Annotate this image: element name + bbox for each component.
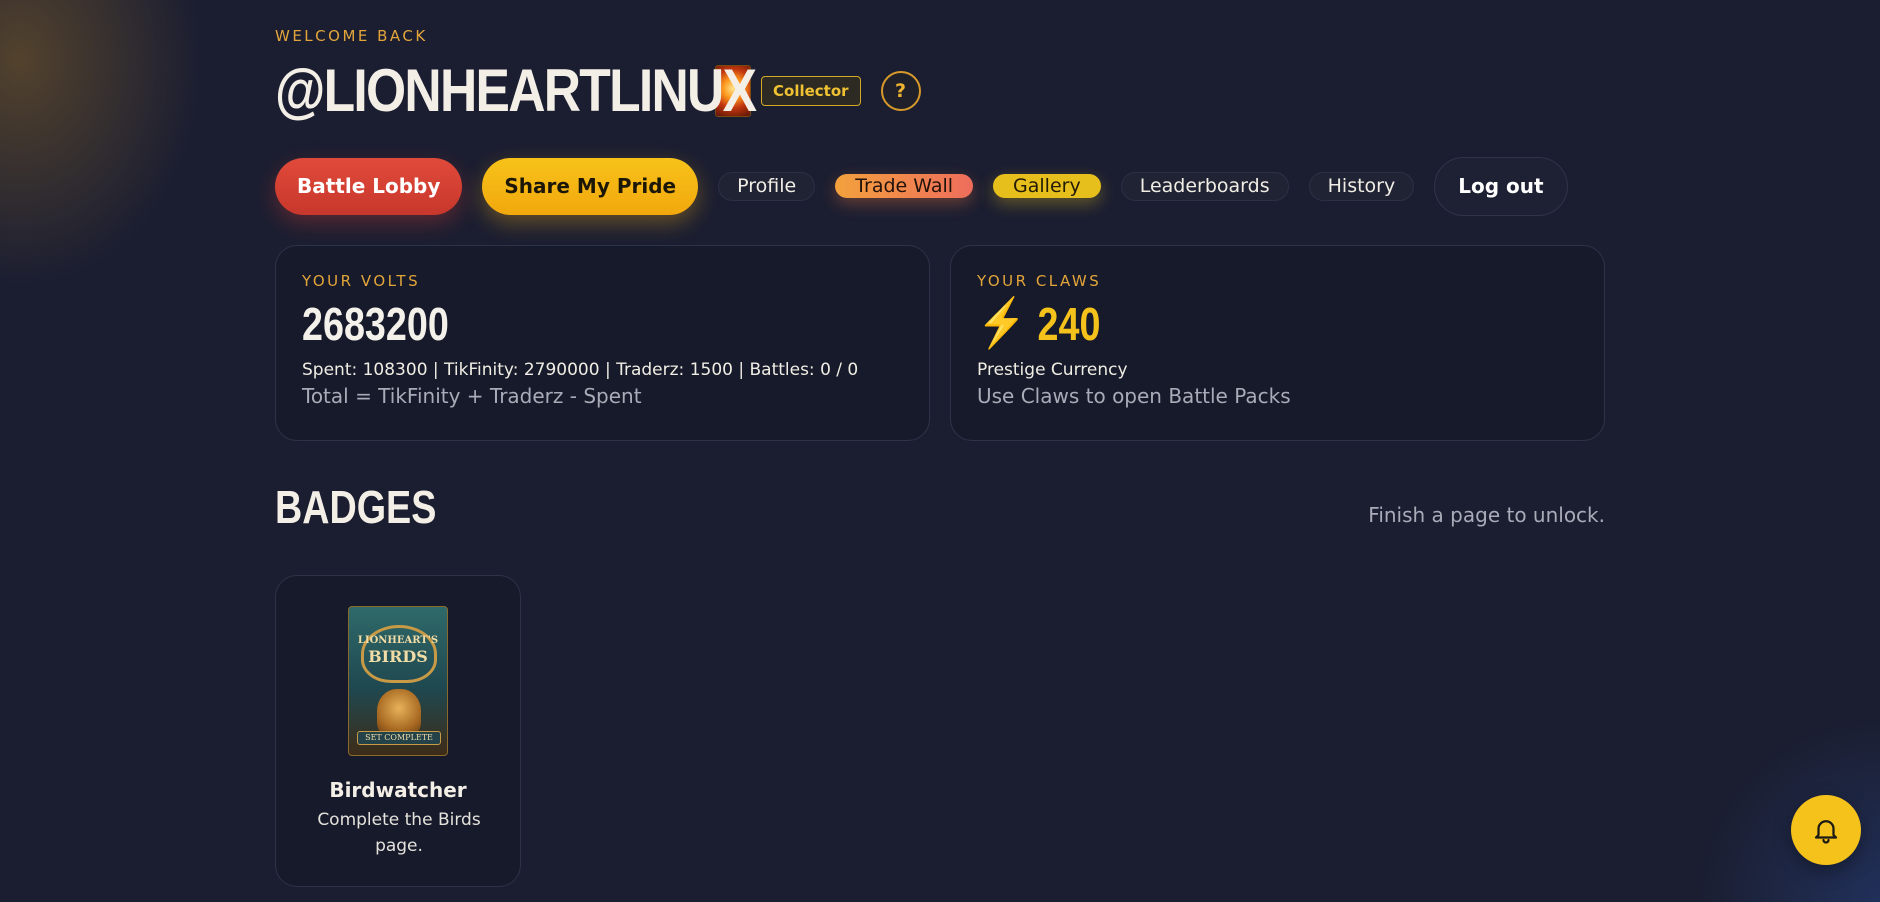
main-nav: Battle Lobby Share My Pride Profile Trad… (275, 156, 1588, 216)
badge-art-ribbon: SET COMPLETE (357, 731, 441, 745)
volts-breakdown: Spent: 108300 | TikFinity: 2790000 | Tra… (302, 360, 859, 380)
battle-lobby-button[interactable]: Battle Lobby (275, 157, 463, 215)
claws-hint: Use Claws to open Battle Packs (977, 384, 1291, 408)
help-button[interactable]: ? (880, 70, 921, 111)
question-icon: ? (895, 79, 907, 102)
badges-heading: BADGES (275, 481, 437, 533)
volts-label: YOUR VOLTS (302, 272, 421, 290)
profile-link[interactable]: Profile (718, 171, 816, 201)
welcome-label: WELCOME BACK (275, 27, 428, 45)
volts-card: YOUR VOLTS 2683200 Spent: 108300 | TikFi… (275, 245, 930, 441)
badges-hint: Finish a page to unlock. (1368, 503, 1605, 527)
volts-formula: Total = TikFinity + Traderz - Spent (302, 384, 642, 408)
badge-image: LIONHEART'S BIRDS SET COMPLETE (348, 606, 448, 756)
claws-subtitle: Prestige Currency (977, 360, 1128, 380)
lightning-icon: ⚡ (977, 297, 1027, 350)
claws-value-row: ⚡ 240 (977, 296, 1470, 352)
username-heading: @LIONHEARTLINUX (275, 56, 757, 124)
badge-name: Birdwatcher (329, 778, 467, 802)
gallery-link[interactable]: Gallery (993, 174, 1101, 198)
badge-card[interactable]: LIONHEART'S BIRDS SET COMPLETE Birdwatch… (275, 575, 521, 887)
lion-icon (377, 689, 421, 737)
log-out-button[interactable]: Log out (1434, 156, 1568, 216)
notifications-button[interactable] (1791, 795, 1861, 865)
trade-wall-link[interactable]: Trade Wall (835, 174, 974, 198)
claws-card: YOUR CLAWS ⚡ 240 Prestige Currency Use C… (950, 245, 1605, 441)
claws-label: YOUR CLAWS (977, 272, 1102, 290)
badge-art-line2: BIRDS (368, 647, 428, 666)
volts-value: 2683200 (302, 298, 449, 350)
bell-icon (1814, 820, 1838, 844)
share-my-pride-button[interactable]: Share My Pride (482, 157, 699, 215)
role-badge: Collector (761, 75, 861, 106)
badge-art-line1: LIONHEART'S (357, 635, 439, 646)
title-row: @LIONHEARTLINUX Collector ? (275, 58, 921, 123)
badge-description: Complete the Birds page. (317, 810, 481, 856)
claws-value: 240 (1037, 298, 1101, 350)
leaderboards-link[interactable]: Leaderboards (1120, 171, 1289, 201)
history-link[interactable]: History (1308, 171, 1415, 201)
